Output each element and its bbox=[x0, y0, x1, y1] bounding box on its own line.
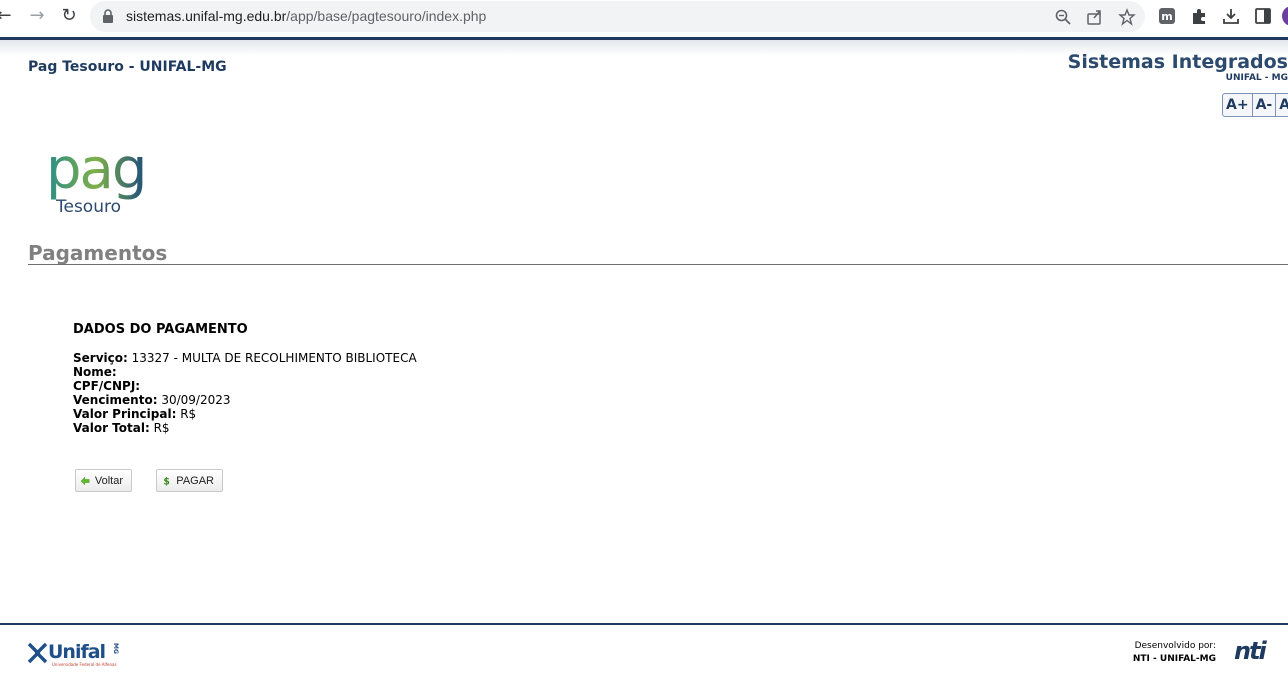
dollar-icon: $ bbox=[163, 476, 169, 487]
svg-text:Tesouro: Tesouro bbox=[55, 197, 121, 217]
system-subtitle: UNIFAL - MG bbox=[1225, 73, 1288, 83]
zoom-icon[interactable] bbox=[1054, 8, 1072, 26]
site-title: Pag Tesouro - UNIFAL-MG bbox=[28, 59, 227, 75]
profile-avatar[interactable] bbox=[1282, 6, 1288, 26]
font-increase-button[interactable]: A+ bbox=[1223, 94, 1253, 116]
lock-icon[interactable] bbox=[102, 9, 114, 23]
font-size-controls: A+ A- A bbox=[1222, 93, 1288, 117]
nti-logo[interactable]: nti bbox=[1232, 637, 1288, 663]
browser-toolbar: ← → ↻ sistemas.unifal-mg.edu.br/app/base… bbox=[0, 0, 1288, 33]
page-title: Pagamentos bbox=[28, 241, 168, 265]
field-cpf-cnpj: CPF/CNPJ: bbox=[73, 379, 141, 393]
svg-text:Unifal: Unifal bbox=[48, 641, 105, 663]
green-arrow-left-icon bbox=[81, 476, 90, 485]
pay-button-label: PAGAR bbox=[176, 474, 214, 487]
unifal-logo[interactable]: Unifal MG Universidade Federal de Alfena… bbox=[28, 638, 128, 668]
system-title: Sistemas Integrados bbox=[1067, 51, 1288, 73]
share-icon[interactable] bbox=[1086, 8, 1104, 26]
pay-button[interactable]: $ PAGAR bbox=[156, 469, 223, 492]
field-nome: Nome: bbox=[73, 365, 117, 379]
extension-m-icon[interactable]: m bbox=[1158, 7, 1176, 25]
payment-details: DADOS DO PAGAMENTO Serviço: 13327 - MULT… bbox=[73, 322, 417, 436]
svg-text:MG: MG bbox=[112, 643, 119, 654]
field-servico: Serviço: 13327 - MULTA DE RECOLHIMENTO B… bbox=[73, 351, 417, 365]
developer-org: NTI - UNIFAL-MG bbox=[1132, 654, 1216, 664]
svg-text:Universidade Federal de Alfena: Universidade Federal de Alfenas bbox=[52, 662, 117, 667]
address-bar[interactable]: sistemas.unifal-mg.edu.br/app/base/pagte… bbox=[90, 1, 1145, 32]
developed-by-label: Desenvolvido por: bbox=[1134, 641, 1216, 651]
developer-credit: Desenvolvido por: NTI - UNIFAL-MG bbox=[1133, 640, 1216, 666]
payment-heading: DADOS DO PAGAMENTO bbox=[73, 322, 248, 337]
field-vencimento: Vencimento: 30/09/2023 bbox=[73, 393, 231, 407]
field-valor-principal: Valor Principal: R$ bbox=[73, 407, 197, 421]
extensions-puzzle-icon[interactable] bbox=[1190, 7, 1208, 25]
reload-icon[interactable]: ↻ bbox=[59, 6, 79, 26]
font-reset-button[interactable]: A bbox=[1276, 94, 1288, 116]
back-button[interactable]: Voltar bbox=[75, 469, 132, 492]
svg-text:pag: pag bbox=[46, 140, 145, 202]
svg-text:nti: nti bbox=[1234, 637, 1268, 663]
back-icon[interactable]: ← bbox=[0, 6, 14, 26]
download-icon[interactable] bbox=[1222, 7, 1240, 25]
field-valor-total: Valor Total: R$ bbox=[73, 421, 170, 435]
bookmark-star-icon[interactable] bbox=[1118, 8, 1136, 26]
url-text[interactable]: sistemas.unifal-mg.edu.br/app/base/pagte… bbox=[126, 8, 486, 24]
footer-divider bbox=[0, 623, 1288, 625]
font-decrease-button[interactable]: A- bbox=[1253, 94, 1277, 116]
title-divider bbox=[28, 264, 1288, 265]
svg-text:m: m bbox=[1161, 10, 1172, 23]
pagtesouro-logo: pag Tesouro bbox=[46, 140, 147, 217]
back-button-label: Voltar bbox=[94, 474, 123, 487]
side-panel-icon[interactable] bbox=[1254, 7, 1272, 25]
forward-icon[interactable]: → bbox=[27, 6, 47, 26]
svg-text:$: $ bbox=[163, 476, 169, 487]
